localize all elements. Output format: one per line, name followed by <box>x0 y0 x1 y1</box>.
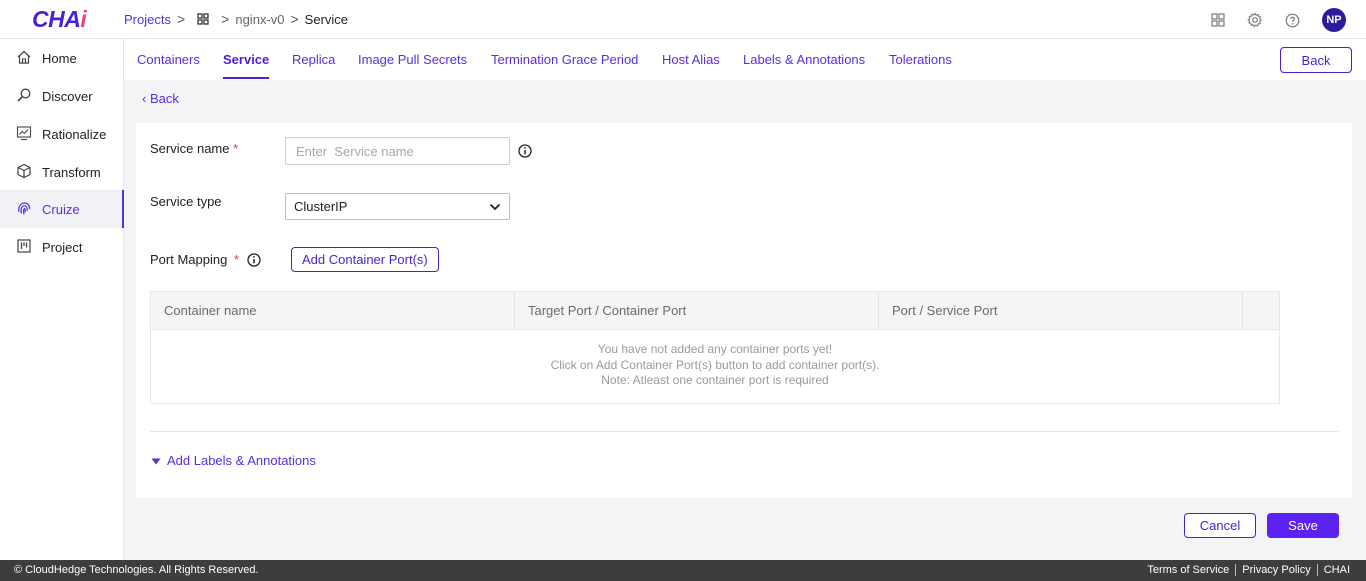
breadcrumb-separator: > <box>290 11 299 27</box>
sidebar-item-rationalize[interactable]: Rationalize <box>0 115 124 153</box>
add-labels-annotations-label: Add Labels & Annotations <box>167 453 316 468</box>
sidebar-item-label: Discover <box>42 88 93 104</box>
chart-icon <box>16 125 32 144</box>
breadcrumb-project-link[interactable]: nginx-v0 <box>235 12 284 27</box>
tab-labels-annotations[interactable]: Labels & Annotations <box>743 52 865 67</box>
cancel-button[interactable]: Cancel <box>1184 513 1256 538</box>
home-icon <box>16 49 32 68</box>
service-name-label-text: Service name <box>150 141 230 156</box>
add-labels-annotations-toggle[interactable]: Add Labels & Annotations <box>151 453 316 468</box>
info-icon[interactable] <box>247 253 261 270</box>
chai-logo[interactable]: CHAi <box>32 6 87 33</box>
column-header-target-port: Target Port / Container Port <box>515 292 879 330</box>
chai-link[interactable]: CHAI <box>1316 564 1356 576</box>
copyright-text: © CloudHedge Technologies. All Rights Re… <box>14 564 259 576</box>
breadcrumb-projects-link[interactable]: Projects <box>124 12 171 27</box>
breadcrumb-separator: > <box>176 11 186 27</box>
board-icon <box>16 238 32 257</box>
tab-tolerations[interactable]: Tolerations <box>889 52 952 67</box>
tab-bar: Containers Service Replica Image Pull Se… <box>124 39 1366 80</box>
tab-host-alias[interactable]: Host Alias <box>662 52 720 67</box>
sidebar-item-transform[interactable]: Transform <box>0 153 124 191</box>
back-link-label: Back <box>149 91 179 106</box>
sidebar-item-label: Transform <box>42 164 101 180</box>
tab-replica[interactable]: Replica <box>292 52 335 67</box>
tab-service[interactable]: Service <box>223 52 269 67</box>
empty-state-line: You have not added any container ports y… <box>597 342 833 356</box>
column-header-container-name: Container name <box>151 292 515 330</box>
header-actions: NP <box>1211 8 1346 32</box>
save-button[interactable]: Save <box>1267 513 1339 538</box>
sidebar-item-label: Home <box>42 50 77 66</box>
footer-links: Terms of Service Privacy Policy CHAI <box>1141 564 1356 576</box>
service-type-label: Service type <box>150 194 222 209</box>
user-avatar[interactable]: NP <box>1322 8 1346 32</box>
back-button[interactable]: Back <box>1280 47 1352 73</box>
column-header-actions <box>1243 292 1279 330</box>
top-header: CHAi Projects > > nginx-v0 > Service NP <box>0 0 1366 39</box>
sidebar: Home Discover Rationalize Transform Crui… <box>0 39 124 560</box>
section-divider <box>150 431 1339 432</box>
tab-image-pull-secrets[interactable]: Image Pull Secrets <box>358 52 467 67</box>
back-link[interactable]: ‹ Back <box>142 91 179 106</box>
table-header: Container name Target Port / Container P… <box>151 292 1279 330</box>
service-form-card: Service name * Service type ClusterIP Po… <box>136 123 1352 498</box>
empty-state-line: Click on Add Container Port(s) button to… <box>550 357 880 372</box>
info-icon[interactable] <box>518 144 532 161</box>
terms-of-service-link[interactable]: Terms of Service <box>1141 564 1235 576</box>
caret-down-icon <box>151 453 161 468</box>
breadcrumb-current: Service <box>304 11 349 27</box>
add-container-ports-button[interactable]: Add Container Port(s) <box>291 247 439 272</box>
privacy-policy-link[interactable]: Privacy Policy <box>1235 564 1316 576</box>
port-mapping-label-text: Port Mapping <box>150 252 228 267</box>
breadcrumb-separator: > <box>221 11 230 27</box>
empty-state-line: Note: Atleast one container port is requ… <box>601 373 829 387</box>
help-icon[interactable] <box>1285 13 1300 28</box>
gear-icon[interactable] <box>1247 12 1263 28</box>
breadcrumb: Projects > > nginx-v0 > Service <box>124 11 348 27</box>
search-icon <box>16 87 32 106</box>
grid-icon <box>197 13 209 25</box>
sidebar-item-home[interactable]: Home <box>0 39 124 77</box>
footer: © CloudHedge Technologies. All Rights Re… <box>0 560 1366 581</box>
sidebar-item-cruize[interactable]: Cruize <box>0 190 124 228</box>
tab-termination-grace-period[interactable]: Termination Grace Period <box>491 52 638 67</box>
port-mapping-table: Container name Target Port / Container P… <box>150 291 1280 404</box>
sidebar-item-label: Rationalize <box>42 126 107 142</box>
service-name-label: Service name * <box>150 141 238 156</box>
tab-containers[interactable]: Containers <box>137 52 200 67</box>
active-tab-indicator <box>223 77 269 79</box>
service-name-input[interactable] <box>285 137 510 165</box>
sidebar-item-label: Cruize <box>42 201 80 217</box>
sidebar-item-project[interactable]: Project <box>0 228 124 266</box>
fingerprint-icon <box>16 200 32 219</box>
column-header-service-port: Port / Service Port <box>879 292 1243 330</box>
service-type-select[interactable]: ClusterIP <box>285 193 510 220</box>
cube-icon <box>16 163 32 182</box>
apps-grid-icon[interactable] <box>1211 13 1225 27</box>
chevron-down-icon <box>489 199 501 214</box>
required-asterisk: * <box>233 252 240 267</box>
required-asterisk: * <box>233 141 239 156</box>
chevron-left-icon: ‹ <box>142 91 147 106</box>
empty-state-message: You have not added any container ports y… <box>151 342 1279 389</box>
sidebar-item-label: Project <box>42 239 83 255</box>
service-type-selected-value: ClusterIP <box>294 199 348 214</box>
port-mapping-label: Port Mapping * <box>150 252 239 267</box>
sidebar-item-discover[interactable]: Discover <box>0 77 124 115</box>
